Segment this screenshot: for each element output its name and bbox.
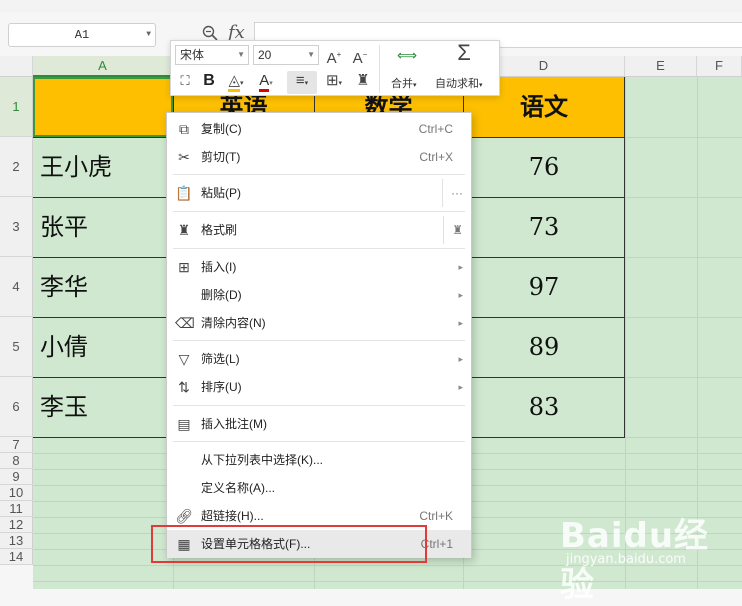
fill-color-icon[interactable]: ◬▾	[223, 71, 249, 94]
autosum-label[interactable]: 自动求和▾	[435, 75, 483, 91]
font-size-value: 20	[258, 48, 272, 62]
select-all-corner[interactable]	[0, 56, 33, 77]
align-center-icon[interactable]: ≡▾	[287, 71, 317, 94]
cell-name[interactable]: 李华	[40, 257, 88, 317]
column-header-e[interactable]: E	[625, 56, 697, 77]
cell-a1-selected[interactable]	[33, 77, 173, 137]
row-header-8[interactable]: 8	[0, 453, 33, 469]
cell-score[interactable]: 89	[463, 317, 625, 377]
context-menu: ⧉ 复制(C) Ctrl+C ✂ 剪切(T) Ctrl+X 📋 粘贴(P) ··· ♜ 格式刷…	[166, 112, 472, 558]
sort-icon: ⇅	[178, 379, 190, 395]
submenu-arrow-icon: ▸	[458, 262, 463, 272]
cell-name[interactable]: 李玉	[40, 377, 88, 437]
brush-icon: ♜	[177, 222, 191, 238]
row-header-3[interactable]: 3	[0, 197, 33, 257]
column-header-f[interactable]: F	[697, 56, 742, 77]
menu-item-format-painter[interactable]: ♜ 格式刷 ♜	[167, 216, 471, 244]
chevron-down-icon[interactable]: ▼	[146, 24, 151, 46]
menu-divider	[173, 405, 465, 406]
border-icon[interactable]: ⊞▾	[321, 71, 347, 94]
menu-divider	[173, 340, 465, 341]
paste-more-icon[interactable]: ···	[442, 179, 463, 207]
menu-item-sort[interactable]: ⇅ 排序(U) ▸	[167, 373, 471, 401]
font-size-select[interactable]: 20 ▼	[253, 45, 319, 65]
row-header-5[interactable]: 5	[0, 317, 33, 377]
baidu-watermark-url: jingyan.baidu.com	[566, 552, 686, 567]
font-family-value: 宋体	[180, 48, 205, 62]
menu-item-delete[interactable]: 删除(D) ▸	[167, 281, 471, 309]
menu-divider	[173, 174, 465, 175]
increase-font-icon[interactable]: A+	[323, 45, 345, 69]
menu-divider	[173, 211, 465, 212]
cell-score[interactable]: 73	[463, 197, 625, 257]
row-header-11[interactable]: 11	[0, 501, 33, 517]
row-header-10[interactable]: 10	[0, 485, 33, 501]
submenu-arrow-icon: ▸	[458, 290, 463, 300]
paste-icon: 📋	[175, 185, 193, 201]
cell-score[interactable]: 76	[463, 137, 625, 197]
column-header-a[interactable]: A	[33, 56, 173, 77]
font-color-icon[interactable]: A▾	[253, 71, 279, 94]
row-header-2[interactable]: 2	[0, 137, 33, 197]
menu-item-pick-from-list[interactable]: 从下拉列表中选择(K)...	[167, 446, 471, 474]
cell-score[interactable]: 83	[463, 377, 625, 437]
copy-icon: ⧉	[179, 121, 189, 137]
comment-icon: ▤	[177, 416, 191, 432]
toolbar-divider	[379, 45, 380, 93]
row-header-1[interactable]: 1	[0, 77, 33, 137]
menu-item-cut[interactable]: ✂ 剪切(T) Ctrl+X	[167, 143, 471, 171]
cell-name[interactable]: 张平	[40, 197, 88, 257]
row-header-13[interactable]: 13	[0, 533, 33, 549]
row-header-7[interactable]: 7	[0, 437, 33, 453]
scissors-icon: ✂	[178, 149, 190, 165]
row-header-12[interactable]: 12	[0, 517, 33, 533]
merge-cells-icon[interactable]: ⟺	[393, 45, 421, 65]
row-header-4[interactable]: 4	[0, 257, 33, 317]
name-box[interactable]: A1 ▼	[8, 23, 156, 47]
filter-icon: ▽	[178, 351, 190, 367]
mini-toolbar: 宋体 ▼ 20 ▼ A+ A− ⛶ B ◬▾ A▾ ≡▾ ⊞▾ ♜ ⟺ 合并▾ Σ …	[170, 40, 500, 96]
menu-item-paste[interactable]: 📋 粘贴(P) ···	[167, 179, 471, 207]
insert-cells-icon: ⊞	[178, 259, 190, 275]
menu-divider	[173, 248, 465, 249]
row-header-6[interactable]: 6	[0, 377, 33, 437]
cell-score[interactable]: 97	[463, 257, 625, 317]
menu-divider	[173, 441, 465, 442]
merge-label[interactable]: 合并▾	[391, 75, 417, 91]
format-painter-multi-icon[interactable]: ♜	[443, 216, 463, 244]
autosum-icon[interactable]: Σ	[451, 42, 477, 64]
highlight-box	[151, 525, 427, 563]
submenu-arrow-icon: ▸	[458, 382, 463, 392]
row-header-14[interactable]: 14	[0, 549, 33, 565]
menu-item-clear[interactable]: ⌫ 清除内容(N) ▸	[167, 309, 471, 337]
eraser-icon: ⌫	[175, 315, 195, 331]
name-box-value: A1	[74, 28, 90, 42]
chevron-down-icon: ▼	[237, 50, 245, 59]
menu-item-filter[interactable]: ▽ 筛选(L) ▸	[167, 345, 471, 373]
submenu-arrow-icon: ▸	[458, 318, 463, 328]
cell-name[interactable]: 王小虎	[40, 137, 112, 197]
menu-item-define-name[interactable]: 定义名称(A)...	[167, 474, 471, 502]
chevron-down-icon: ▼	[307, 50, 315, 59]
row-header-9[interactable]: 9	[0, 469, 33, 485]
menu-item-insert[interactable]: ⊞ 插入(I) ▸	[167, 253, 471, 281]
fit-cell-icon[interactable]: ⛶	[175, 71, 195, 91]
bold-icon[interactable]: B	[199, 71, 219, 91]
cell-name[interactable]: 小倩	[40, 317, 88, 377]
menu-item-copy[interactable]: ⧉ 复制(C) Ctrl+C	[167, 115, 471, 143]
font-family-select[interactable]: 宋体 ▼	[175, 45, 249, 65]
decrease-font-icon[interactable]: A−	[349, 45, 371, 69]
submenu-arrow-icon: ▸	[458, 354, 463, 364]
format-painter-icon[interactable]: ♜	[353, 71, 373, 91]
menu-item-insert-comment[interactable]: ▤ 插入批注(M)	[167, 410, 471, 438]
